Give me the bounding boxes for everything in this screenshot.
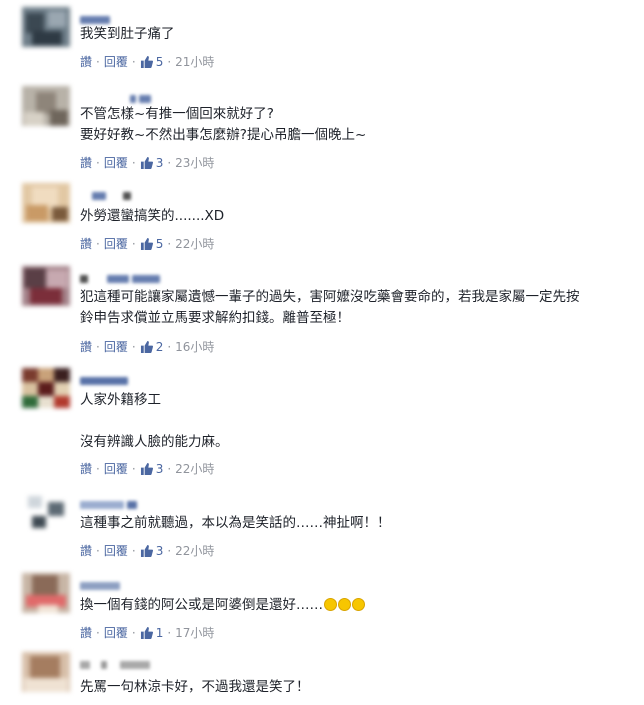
reply-link[interactable]: 回覆 (104, 55, 128, 69)
avatar[interactable] (22, 86, 70, 126)
like-count[interactable]: 5 (140, 237, 163, 251)
timestamp[interactable]: 23小時 (175, 156, 214, 170)
comment-actions: 讚 · 回覆 · 5 · 21小時 (80, 55, 215, 69)
comment-feed: 我笑到肚子痛了 讚 · 回覆 · 5 · 21小時 不管怎樣~有推一個回來就好了? 要好好教… (0, 0, 644, 705)
thumbs-up-icon (140, 463, 153, 475)
comment-text: 人家外籍移工 沒有辨識人臉的能力麻。 (80, 390, 229, 453)
thumbs-up-icon (140, 341, 153, 353)
like-link[interactable]: 讚 (80, 544, 92, 558)
reply-link[interactable]: 回覆 (104, 626, 128, 640)
like-count[interactable]: 3 (140, 462, 163, 476)
author-name-blurred[interactable] (80, 575, 200, 590)
avatar[interactable] (22, 266, 70, 306)
author-name-blurred[interactable] (80, 185, 200, 200)
avatar[interactable] (22, 492, 70, 532)
comment-line: 不管怎樣~有推一個回來就好了? (80, 106, 274, 122)
comment-actions: 讚 · 回覆 · 3 · 22小時 (80, 544, 215, 558)
like-count[interactable]: 5 (140, 55, 163, 69)
like-link[interactable]: 讚 (80, 156, 92, 170)
author-name-blurred[interactable] (80, 88, 200, 103)
comment-line: 人家外籍移工 (80, 392, 161, 408)
timestamp[interactable]: 22小時 (175, 237, 214, 251)
avatar[interactable] (22, 573, 70, 613)
avatar[interactable] (22, 7, 70, 47)
thumbs-up-icon (140, 627, 153, 639)
avatar[interactable] (22, 652, 70, 692)
rofl-emoji-icon (352, 598, 365, 611)
comment-line: 鈴申告求償並立馬要求解約扣錢。離普至極！ (80, 310, 350, 326)
author-name-blurred[interactable] (80, 268, 200, 283)
like-count[interactable]: 1 (140, 626, 163, 640)
comment-line: 我笑到肚子痛了 (80, 26, 175, 42)
comment-text: 不管怎樣~有推一個回來就好了? 要好好教~不然出事怎麼辦?提心吊膽一個晚上~ (80, 104, 366, 146)
reply-link[interactable]: 回覆 (104, 462, 128, 476)
timestamp[interactable]: 17小時 (175, 626, 214, 640)
like-count[interactable]: 3 (140, 544, 163, 558)
reply-link[interactable]: 回覆 (104, 156, 128, 170)
comment-actions: 讚 · 回覆 · 2 · 16小時 (80, 340, 215, 354)
comment-actions: 讚 · 回覆 · 1 · 17小時 (80, 626, 215, 640)
like-link[interactable]: 讚 (80, 237, 92, 251)
comment-text: 犯這種可能讓家屬遺憾一輩子的過失，害阿嬤沒吃藥會要命的，若我是家屬一定先按 鈴申… (80, 287, 580, 329)
thumbs-up-icon (140, 545, 153, 557)
comment-text-content: 換一個有錢的阿公或是阿婆倒是還好…… (80, 597, 323, 613)
like-link[interactable]: 讚 (80, 55, 92, 69)
like-count[interactable]: 3 (140, 156, 163, 170)
thumbs-up-icon (140, 238, 153, 250)
comment-line: 這種事之前就聽過，本以為是笑話的……神扯啊！！ (80, 515, 391, 531)
comment-text: 外勞還蠻搞笑的.......XD (80, 206, 224, 227)
reply-link[interactable]: 回覆 (104, 544, 128, 558)
comment-line: 犯這種可能讓家屬遺憾一輩子的過失，害阿嬤沒吃藥會要命的，若我是家屬一定先按 (80, 289, 580, 305)
thumbs-up-icon (140, 56, 153, 68)
reply-link[interactable]: 回覆 (104, 237, 128, 251)
author-name-blurred[interactable] (80, 494, 200, 509)
comment-line: 沒有辨識人臉的能力麻。 (80, 434, 229, 450)
comment-line: 要好好教~不然出事怎麼辦?提心吊膽一個晚上~ (80, 127, 367, 143)
comment-text: 我笑到肚子痛了 (80, 24, 175, 45)
comment-line: 外勞還蠻搞笑的.......XD (80, 208, 225, 224)
comment-actions: 讚 · 回覆 · 5 · 22小時 (80, 237, 215, 251)
author-name-blurred[interactable] (80, 654, 200, 669)
comment-text: 換一個有錢的阿公或是阿婆倒是還好…… (80, 595, 365, 616)
reply-link[interactable]: 回覆 (104, 340, 128, 354)
timestamp[interactable]: 16小時 (175, 340, 214, 354)
comment-text: 先罵一句林涼卡好，不過我還是笑了！ (80, 677, 310, 698)
comment-actions: 讚 · 回覆 · 3 · 22小時 (80, 462, 215, 476)
author-name-blurred[interactable] (80, 9, 200, 24)
thumbs-up-icon (140, 157, 153, 169)
comment-line: 先罵一句林涼卡好，不過我還是笑了！ (80, 679, 310, 695)
timestamp[interactable]: 21小時 (175, 55, 214, 69)
rofl-emoji-icon (338, 598, 351, 611)
comment-line: 換一個有錢的阿公或是阿婆倒是還好…… (80, 595, 365, 616)
timestamp[interactable]: 22小時 (175, 544, 214, 558)
avatar[interactable] (22, 183, 70, 223)
like-link[interactable]: 讚 (80, 626, 92, 640)
comment-actions: 讚 · 回覆 · 3 · 23小時 (80, 156, 215, 170)
like-link[interactable]: 讚 (80, 340, 92, 354)
avatar[interactable] (22, 368, 70, 408)
timestamp[interactable]: 22小時 (175, 462, 214, 476)
like-link[interactable]: 讚 (80, 462, 92, 476)
rofl-emoji-icon (324, 598, 337, 611)
author-name-blurred[interactable] (80, 370, 200, 385)
comment-text: 這種事之前就聽過，本以為是笑話的……神扯啊！！ (80, 513, 391, 534)
like-count[interactable]: 2 (140, 340, 163, 354)
